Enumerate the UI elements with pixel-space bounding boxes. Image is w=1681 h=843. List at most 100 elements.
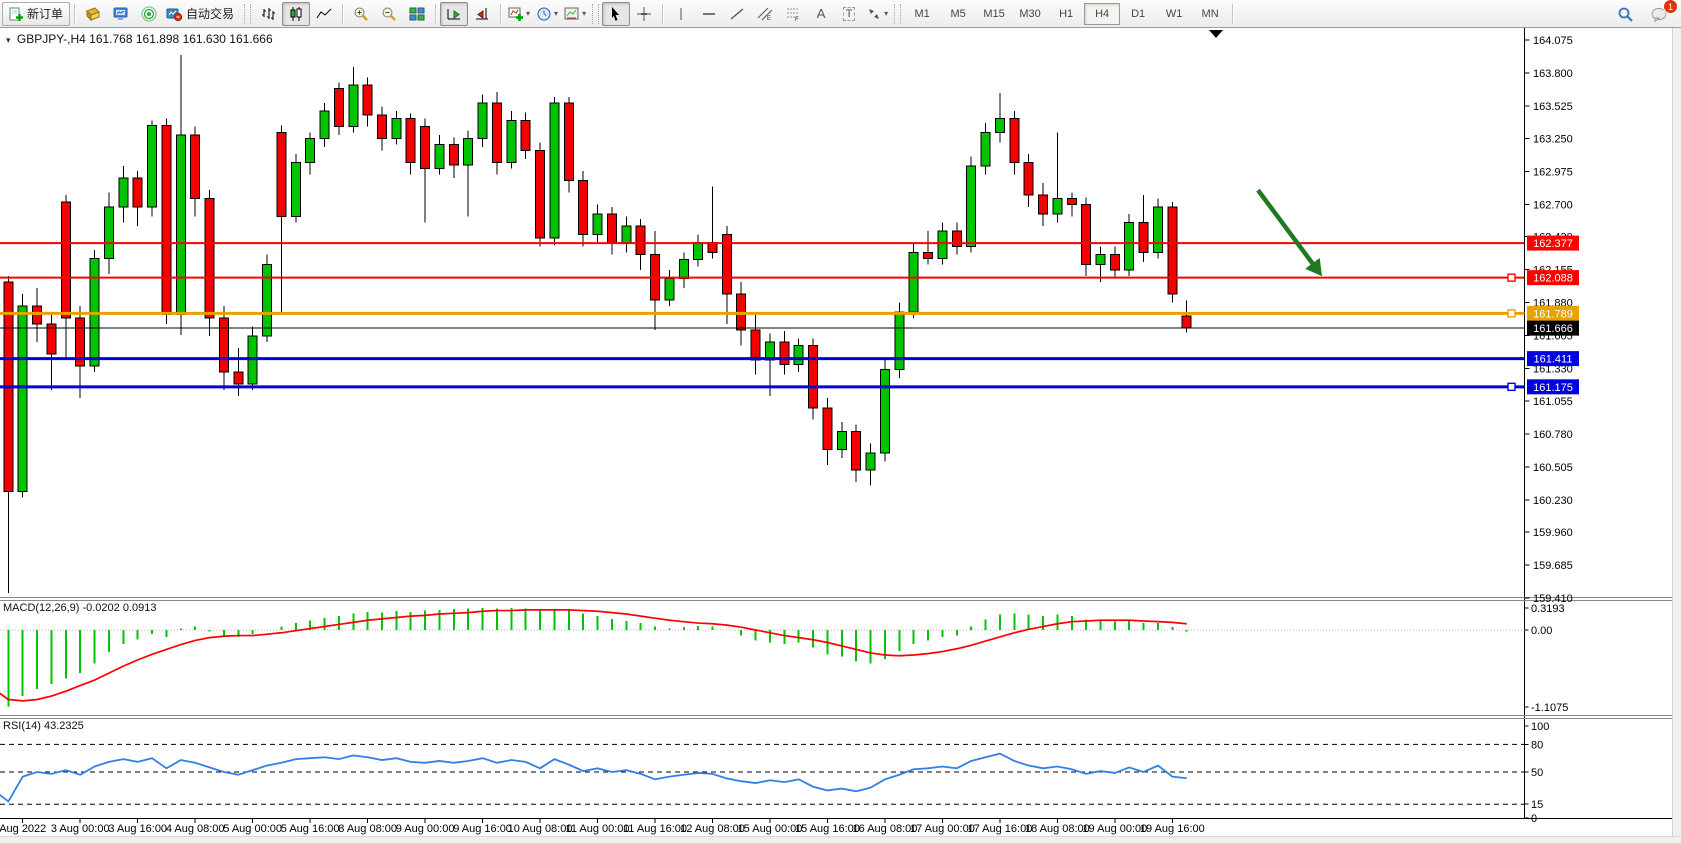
candle[interactable] (1182, 316, 1191, 328)
candlestick-chart-button[interactable] (282, 2, 310, 26)
candle[interactable] (377, 115, 386, 139)
bar-chart-button[interactable] (254, 2, 282, 26)
market-watch-button[interactable] (79, 2, 107, 26)
candle[interactable] (536, 151, 545, 238)
trendline-button[interactable] (723, 2, 751, 26)
line-chart-button[interactable] (310, 2, 338, 26)
candle[interactable] (61, 202, 70, 318)
candle[interactable] (363, 85, 372, 115)
tf-h4-button[interactable]: H4 (1084, 3, 1120, 25)
templates-button[interactable]: ▾ (561, 2, 589, 26)
candle[interactable] (148, 126, 157, 207)
candle[interactable] (507, 121, 516, 163)
trend-arrow-annotation[interactable] (1258, 190, 1317, 270)
candle[interactable] (1039, 195, 1048, 214)
candle[interactable] (176, 135, 185, 314)
candle[interactable] (636, 226, 645, 255)
candle[interactable] (349, 85, 358, 127)
candle[interactable] (119, 178, 128, 207)
candle[interactable] (263, 264, 272, 336)
candle[interactable] (18, 306, 27, 491)
tf-m15-button[interactable]: M15 (976, 3, 1012, 25)
tf-h1-button[interactable]: H1 (1048, 3, 1084, 25)
candle[interactable] (162, 126, 171, 315)
text-label-button[interactable]: T (835, 2, 863, 26)
candle[interactable] (852, 432, 861, 470)
periods-button[interactable]: ▾ (533, 2, 561, 26)
level-marker[interactable] (1508, 274, 1515, 281)
candle[interactable] (306, 139, 315, 163)
signals-button[interactable] (135, 2, 163, 26)
candle[interactable] (1153, 207, 1162, 252)
candle[interactable] (1010, 118, 1019, 162)
candle[interactable] (334, 88, 343, 126)
zoom-in-button[interactable] (347, 2, 375, 26)
candle[interactable] (708, 243, 717, 253)
candle[interactable] (981, 133, 990, 166)
candle[interactable] (219, 318, 228, 372)
candle[interactable] (464, 139, 473, 165)
horizontal-line-button[interactable] (695, 2, 723, 26)
candle[interactable] (809, 346, 818, 408)
candle[interactable] (866, 453, 875, 470)
tf-m30-button[interactable]: M30 (1012, 3, 1048, 25)
candle[interactable] (291, 163, 300, 217)
new-order-button[interactable]: 新订单 (2, 2, 70, 26)
chart-shift-marker[interactable] (1209, 30, 1223, 38)
candle[interactable] (1053, 198, 1062, 214)
candle[interactable] (1110, 255, 1119, 271)
candle[interactable] (435, 145, 444, 169)
candle[interactable] (895, 312, 904, 369)
candle[interactable] (205, 198, 214, 318)
candle[interactable] (607, 214, 616, 243)
tf-d1-button[interactable]: D1 (1120, 3, 1156, 25)
candle[interactable] (492, 103, 501, 163)
candle[interactable] (694, 243, 703, 260)
candle[interactable] (550, 103, 559, 238)
candle[interactable] (909, 252, 918, 312)
candle[interactable] (837, 432, 846, 450)
chart-area[interactable]: 164.075163.800163.525163.250162.975162.7… (0, 28, 1681, 843)
candle[interactable] (1139, 222, 1148, 252)
candle[interactable] (564, 103, 573, 181)
candle[interactable] (579, 181, 588, 235)
candle[interactable] (277, 133, 286, 217)
candle[interactable] (794, 346, 803, 365)
tf-w1-button[interactable]: W1 (1156, 3, 1192, 25)
cursor-button[interactable] (602, 2, 630, 26)
notifications-button[interactable]: 1 (1645, 2, 1673, 26)
candle[interactable] (967, 166, 976, 246)
candle[interactable] (622, 226, 631, 243)
candle[interactable] (1024, 163, 1033, 195)
tf-m1-button[interactable]: M1 (904, 3, 940, 25)
candle[interactable] (1082, 204, 1091, 264)
candle[interactable] (880, 369, 889, 453)
terminal-button[interactable] (107, 2, 135, 26)
equidistant-channel-button[interactable]: E (751, 2, 779, 26)
candle[interactable] (823, 408, 832, 450)
indicators-button[interactable]: ▾ (505, 2, 533, 26)
level-marker[interactable] (1508, 310, 1515, 317)
candle[interactable] (449, 145, 458, 165)
candle[interactable] (1125, 222, 1134, 270)
price-chart[interactable]: 164.075163.800163.525163.250162.975162.7… (0, 28, 1681, 843)
candle[interactable] (780, 342, 789, 365)
crosshair-button[interactable] (630, 2, 658, 26)
vertical-line-button[interactable] (667, 2, 695, 26)
chart-shift-button[interactable] (468, 2, 496, 26)
candle[interactable] (133, 178, 142, 207)
candle[interactable] (593, 214, 602, 234)
candle[interactable] (320, 111, 329, 139)
text-button[interactable]: A (807, 2, 835, 26)
tile-windows-button[interactable] (403, 2, 431, 26)
candle[interactable] (33, 306, 42, 324)
arrows-button[interactable]: ▾ (863, 2, 891, 26)
candle[interactable] (665, 279, 674, 301)
candle[interactable] (234, 372, 243, 384)
tf-m5-button[interactable]: M5 (940, 3, 976, 25)
candle[interactable] (191, 135, 200, 198)
candle[interactable] (924, 252, 933, 258)
candle[interactable] (679, 259, 688, 278)
candle[interactable] (392, 118, 401, 138)
candle[interactable] (1168, 207, 1177, 294)
